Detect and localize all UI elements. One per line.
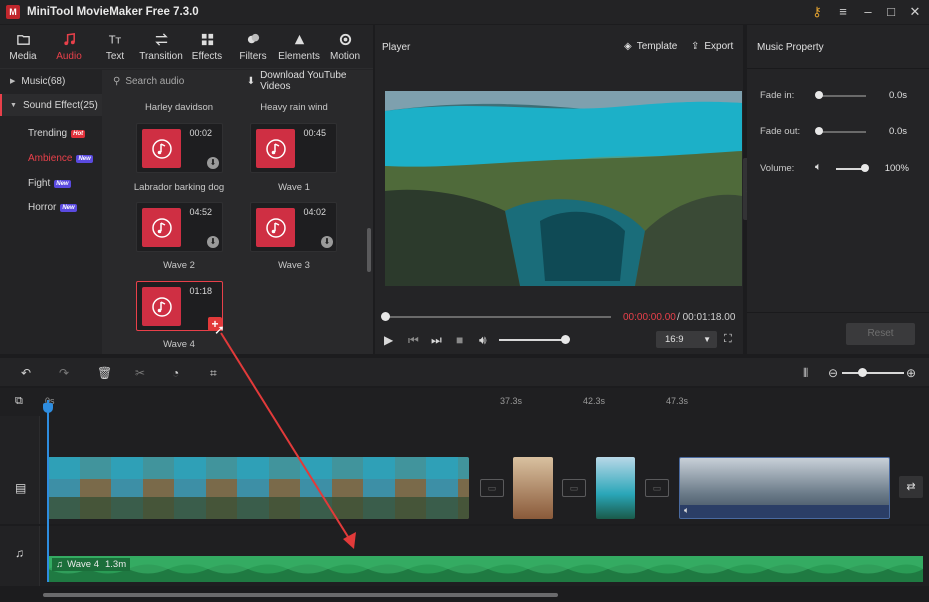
cursor-icon: ➚ <box>214 322 225 337</box>
annotation-arrow <box>220 332 356 549</box>
timeline-scrollbar[interactable] <box>43 593 558 597</box>
